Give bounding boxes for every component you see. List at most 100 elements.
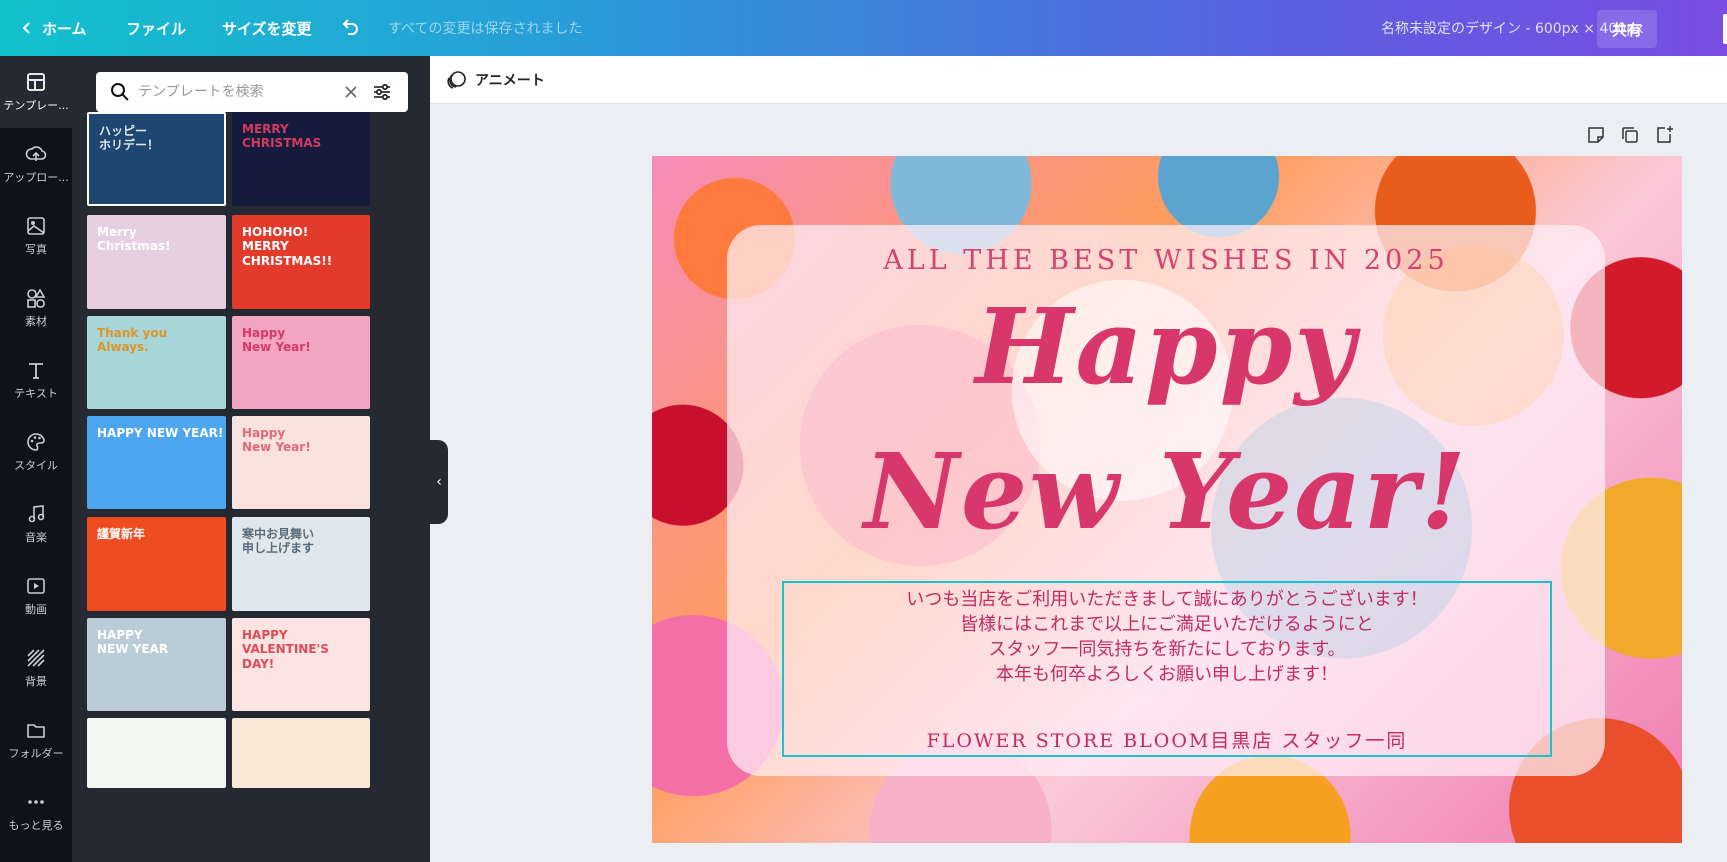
template-thumbnail-text: 寒中お見舞い 申し上げます (242, 527, 315, 556)
template-thumbnail[interactable]: HAPPY NEW YEAR (87, 618, 226, 711)
rail-item-text[interactable]: テキスト (0, 344, 72, 416)
resize-button[interactable]: サイズを変更 (222, 0, 312, 56)
template-thumbnail-text: MERRY CHRISTMAS (242, 122, 322, 151)
filter-icon[interactable] (372, 82, 392, 102)
template-thumbnail[interactable]: Thank you Always. (87, 316, 226, 409)
template-thumbnail[interactable]: HOHOHO! MERRY CHRISTMAS!! (232, 215, 370, 309)
message-line: 皆様にはこれまで以上にご満足いただけるようにと (960, 614, 1374, 635)
collapse-panel-button[interactable]: ‹ (430, 440, 448, 524)
rail-label: テンプレー... (3, 99, 69, 112)
file-menu-button[interactable]: ファイル (126, 0, 186, 56)
save-status: すべての変更は保存されました (388, 21, 583, 37)
duplicate-page-icon[interactable] (1619, 124, 1641, 146)
template-thumbnail-text: Thank you Always. (97, 326, 168, 355)
background-icon (27, 649, 45, 667)
rail-label: スタイル (14, 459, 58, 472)
template-thumbnail[interactable]: HAPPY NEW YEAR! (87, 416, 226, 509)
design-happy-text[interactable]: Happy (727, 285, 1605, 408)
template-thumbnail-text: 謹賀新年 (97, 527, 146, 541)
chevron-left-icon: ‹ (436, 474, 442, 490)
message-line: いつも当店をご利用いただきまして誠にありがとうございます！ (906, 589, 1428, 610)
animate-button[interactable]: アニメート (475, 70, 545, 90)
rail-label: 素材 (25, 315, 47, 328)
rail-item-videos[interactable]: 動画 (0, 560, 72, 632)
resize-label: サイズを変更 (222, 19, 312, 38)
rail-label: もっと見る (8, 819, 64, 832)
template-thumbnail[interactable]: 謹賀新年 (87, 517, 226, 611)
page-tools (1585, 124, 1675, 146)
design-heading[interactable]: ALL THE BEST WISHES IN 2025 (727, 245, 1605, 276)
template-thumbnail[interactable]: Merry Christmas! (87, 215, 226, 309)
template-thumbnail-text: Happy New Year! (242, 326, 311, 355)
rail-item-folders[interactable]: フォルダー (0, 704, 72, 776)
upload-icon (25, 146, 47, 161)
template-thumbnail[interactable]: ハッピー ホリデー！ (87, 112, 226, 206)
share-label: 共有 (1611, 20, 1642, 39)
rail-label: 写真 (25, 243, 47, 256)
template-thumbnail-text: Merry Christmas! (97, 225, 171, 254)
folder-icon (27, 724, 45, 738)
message-line: 本年も何卒よろしくお願い申し上げます！ (996, 664, 1338, 685)
undo-icon (342, 19, 358, 35)
rail-label: 動画 (25, 603, 47, 616)
animate-icon (447, 71, 466, 89)
file-label: ファイル (126, 19, 187, 38)
design-message: いつも当店をご利用いただきまして誠にありがとうございます！ 皆様にはこれまで以上… (784, 587, 1550, 687)
rail-item-styles[interactable]: スタイル (0, 416, 72, 488)
template-thumbnail[interactable]: Happy New Year! (232, 316, 370, 409)
rail-label: 背景 (25, 675, 47, 688)
animate-bar: アニメート (430, 56, 1727, 104)
more-icon (28, 800, 44, 804)
template-search (96, 72, 408, 112)
rail-item-background[interactable]: 背景 (0, 632, 72, 704)
undo-button[interactable] (340, 0, 360, 56)
template-thumbnail-text: HAPPY NEW YEAR! (97, 426, 224, 440)
rail-label: アップロー... (3, 171, 69, 184)
rail-label: 音楽 (25, 531, 47, 544)
template-thumbnail[interactable]: MERRY CHRISTMAS (232, 112, 370, 206)
video-icon (27, 578, 45, 594)
template-thumbnail-text: HAPPY VALENTINE'S DAY! (242, 628, 329, 671)
home-button[interactable]: ホーム (20, 0, 87, 56)
rail-label: フォルダー (8, 747, 64, 760)
rail-item-uploads[interactable]: アップロー... (0, 128, 72, 200)
chevron-left-icon (22, 22, 30, 34)
add-page-icon[interactable] (1653, 124, 1675, 146)
template-thumbnail[interactable] (87, 718, 226, 788)
clear-icon[interactable] (344, 85, 358, 99)
template-thumbnail-text: HOHOHO! MERRY CHRISTMAS!! (242, 225, 333, 268)
template-thumbnail[interactable]: HAPPY VALENTINE'S DAY! (232, 618, 370, 711)
design-signature: FLOWER STORE BLOOM目黒店 スタッフ一同 (926, 730, 1408, 752)
rail-item-elements[interactable]: 素材 (0, 272, 72, 344)
template-thumbnail[interactable]: Happy New Year! (232, 416, 370, 509)
style-icon (27, 433, 45, 451)
template-thumbnail-text: Happy New Year! (242, 426, 311, 455)
search-input[interactable] (138, 84, 338, 100)
home-label: ホーム (42, 19, 87, 38)
design-new-year-text[interactable]: New Year! (727, 430, 1605, 553)
rail-item-music[interactable]: 音楽 (0, 488, 72, 560)
elements-icon (27, 288, 46, 308)
message-card[interactable]: ALL THE BEST WISHES IN 2025 Happy New Ye… (727, 225, 1605, 776)
rail-item-more[interactable]: もっと見る (0, 776, 72, 848)
music-icon (28, 505, 45, 523)
rail-label: テキスト (14, 387, 58, 400)
template-thumbnail-text: HAPPY NEW YEAR (97, 628, 169, 657)
design-canvas[interactable]: ALL THE BEST WISHES IN 2025 Happy New Ye… (652, 156, 1682, 843)
message-line: スタッフ一同気持ちを新たにしております。 (988, 639, 1346, 660)
template-icon (27, 73, 45, 91)
template-panel: ハッピー ホリデー！ MERRY CHRISTMAS Merry Christmas… (72, 56, 430, 862)
selected-text-box[interactable]: いつも当店をご利用いただきまして誠にありがとうございます！ 皆様にはこれまで以上… (782, 581, 1552, 757)
template-thumbnail[interactable]: 寒中お見舞い 申し上げます (232, 517, 370, 611)
template-thumbnail-text: ハッピー ホリデー！ (99, 124, 160, 153)
top-bar: ホーム ファイル サイズを変更 すべての変更は保存されました 名称未設定のデザイ… (0, 0, 1727, 56)
share-button[interactable]: 共有 (1597, 10, 1657, 48)
page-note-icon[interactable] (1585, 124, 1607, 146)
download-button-edge[interactable] (1723, 14, 1727, 44)
text-icon (29, 363, 43, 379)
rail-item-templates[interactable]: テンプレー... (0, 56, 72, 128)
search-icon (111, 83, 129, 101)
left-rail: テンプレー... アップロー... 写真 素材 テキスト スタイル 音楽 動画 … (0, 56, 72, 862)
template-thumbnail[interactable] (232, 718, 370, 788)
rail-item-photos[interactable]: 写真 (0, 200, 72, 272)
